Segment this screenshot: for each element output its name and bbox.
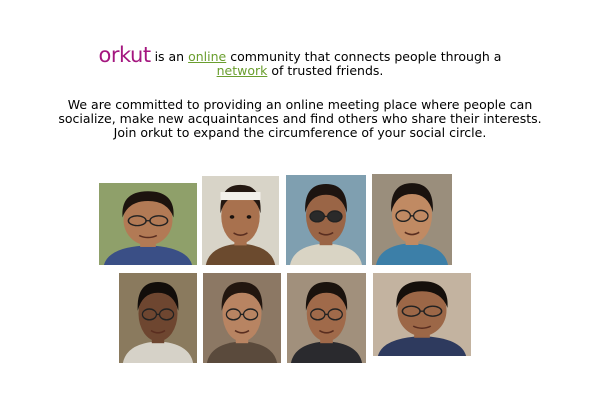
intro-part2: community that connects people through a (230, 49, 502, 64)
portrait-image (202, 176, 279, 265)
portrait-image (373, 273, 471, 356)
member-photo (373, 273, 471, 356)
portrait-image (286, 175, 366, 265)
member-photo (119, 273, 197, 363)
intro-part1: is an (154, 49, 185, 64)
member-photo (286, 175, 366, 265)
portrait-image (372, 174, 452, 265)
intro-text: orkut is an online community that connec… (60, 45, 540, 78)
intro-part3: of trusted friends. (271, 63, 384, 78)
network-link[interactable]: network (217, 63, 268, 78)
portrait-image (99, 183, 197, 265)
mission-statement: We are committed to providing an online … (58, 97, 542, 140)
member-photo (372, 174, 452, 265)
online-link[interactable]: online (188, 49, 226, 64)
portrait-image (119, 273, 197, 363)
member-photo (287, 273, 366, 363)
portrait-image (203, 273, 281, 363)
member-photo (202, 176, 279, 265)
member-photo (99, 183, 197, 265)
portrait-image (287, 273, 366, 363)
member-photo (203, 273, 281, 363)
orkut-logo: orkut (98, 43, 152, 67)
